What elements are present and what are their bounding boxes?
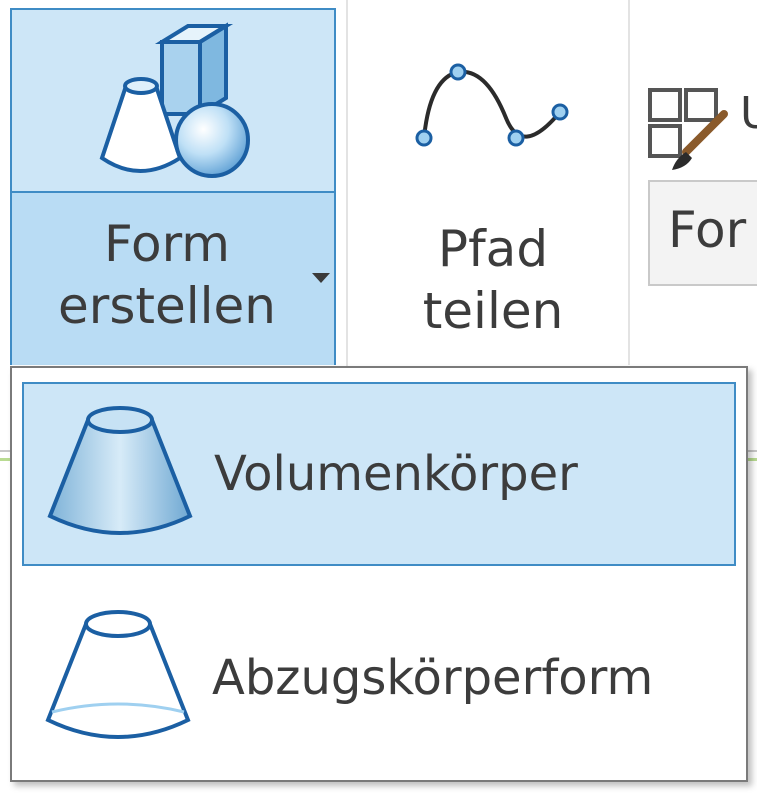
paint-brush-icon	[648, 88, 728, 170]
pfad-teilen-label: Pfad teilen	[422, 220, 564, 340]
solid-cone-icon	[47, 406, 193, 535]
ribbon-separator	[628, 0, 630, 365]
split-path-icon	[415, 63, 569, 147]
form-erstellen-label: Form erstellen	[58, 215, 276, 335]
form-combo-text: For	[668, 201, 747, 259]
form-erstellen-dropdown-menu: Volumenkörper Abzugskörperform	[10, 366, 748, 782]
cut-off-label: U	[740, 88, 757, 139]
dropdown-arrow-icon	[312, 273, 330, 283]
form-erstellen-button[interactable]	[10, 8, 336, 193]
menu-item-volumenkoerper[interactable]: Volumenkörper	[22, 382, 736, 566]
menu-item-label: Volumenkörper	[214, 446, 578, 502]
form-combo-box[interactable]: For	[648, 180, 757, 286]
menu-item-abzugskoerperform[interactable]: Abzugskörperform	[22, 588, 736, 772]
menu-item-label: Abzugskörperform	[212, 650, 654, 706]
form-erstellen-dropdown-button[interactable]: Form erstellen	[10, 193, 336, 365]
ribbon-panel: Form erstellen Pfad teilen U For Volumen…	[0, 0, 757, 800]
pfad-teilen-button[interactable]: Pfad teilen	[360, 8, 626, 365]
create-form-icon	[99, 22, 250, 178]
void-cone-icon	[45, 610, 191, 739]
